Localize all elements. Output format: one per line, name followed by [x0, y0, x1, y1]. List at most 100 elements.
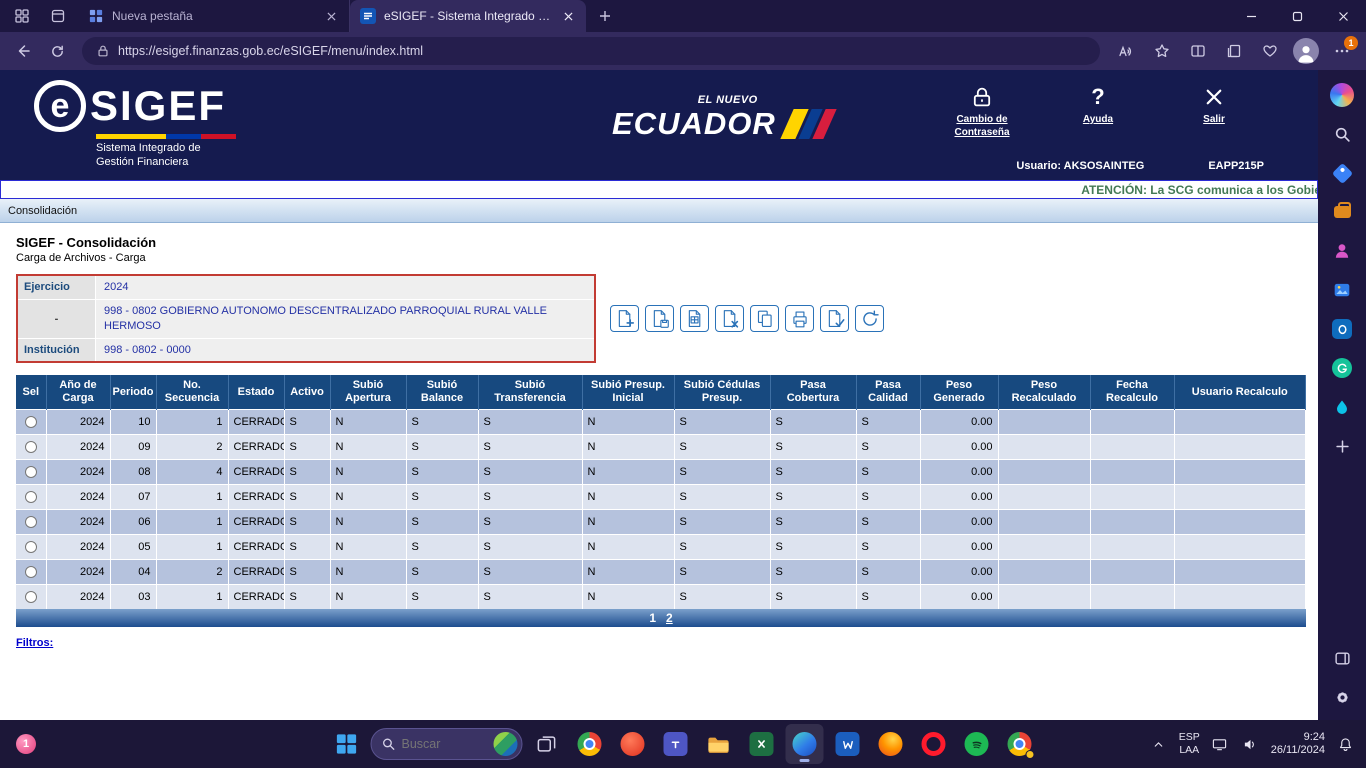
start-button[interactable] [328, 724, 366, 764]
row-select-cell [16, 458, 47, 485]
table-cell: 2024 [46, 583, 111, 610]
row-select-radio[interactable] [24, 565, 37, 578]
table-cell [1090, 508, 1175, 535]
clock[interactable]: 9:24 26/11/2024 [1271, 731, 1325, 757]
row-select-radio[interactable] [24, 415, 37, 428]
language-code: ESP [1178, 731, 1200, 744]
table-row: 2024 08 4 CERRADO S N S S N S S S 0.00 [16, 458, 1306, 485]
chrome-button[interactable] [571, 724, 609, 764]
opera-gx-button[interactable] [614, 724, 652, 764]
table-cell: S [478, 408, 583, 435]
change-password-button[interactable]: Cambio de Contraseña [938, 82, 1026, 139]
table-cell: CERRADO [228, 433, 285, 460]
refresh-button[interactable] [42, 36, 72, 66]
sidebar-settings-button[interactable] [1329, 684, 1355, 710]
task-view-button[interactable] [528, 724, 566, 764]
new-file-button[interactable] [610, 305, 639, 333]
read-aloud-button[interactable] [1110, 36, 1142, 66]
file-explorer-button[interactable] [700, 724, 738, 764]
question-mark-icon: ? [1091, 84, 1105, 109]
pagination-pages: 12 [649, 611, 672, 625]
browser-tab-new-tab[interactable]: Nueva pestaña [78, 0, 350, 32]
teams-button[interactable] [657, 724, 695, 764]
table-cell [1174, 583, 1306, 610]
table-cell: 2024 [46, 483, 111, 510]
logout-button[interactable]: Salir [1170, 82, 1258, 139]
edge-button[interactable] [785, 724, 824, 764]
opera-button[interactable] [915, 724, 953, 764]
row-select-radio[interactable] [24, 540, 37, 553]
contacts-button[interactable] [1329, 238, 1355, 264]
delete-file-button[interactable] [715, 305, 744, 333]
column-header: Pasa Cobertura [770, 375, 857, 410]
row-select-radio[interactable] [24, 465, 37, 478]
collections-button[interactable] [1218, 36, 1250, 66]
tray-overflow-button[interactable] [1148, 731, 1170, 757]
workspaces-button[interactable] [8, 4, 36, 28]
row-select-radio[interactable] [24, 591, 37, 604]
pagination-page-link[interactable]: 2 [666, 611, 673, 625]
table-cell [1090, 433, 1175, 460]
minimize-button[interactable] [1228, 0, 1274, 32]
ecuador-flag-bar [96, 134, 236, 139]
save-file-button[interactable] [645, 305, 674, 333]
tab-close-icon[interactable] [323, 8, 339, 24]
workspaces-icon [15, 9, 29, 23]
filters-link[interactable]: Filtros: [16, 637, 53, 649]
cast-button[interactable] [1209, 731, 1231, 757]
copy-file-button[interactable] [750, 305, 779, 333]
row-select-radio[interactable] [24, 515, 37, 528]
approve-file-button[interactable] [820, 305, 849, 333]
profile-button[interactable] [1290, 36, 1322, 66]
word-button[interactable] [829, 724, 867, 764]
drop-button[interactable] [1329, 394, 1355, 420]
sidebar-search-button[interactable] [1329, 121, 1355, 147]
sidebar-panel-toggle[interactable] [1329, 645, 1355, 671]
back-button[interactable] [8, 36, 38, 66]
row-select-radio[interactable] [24, 440, 37, 453]
search-input[interactable] [401, 737, 476, 751]
table-cell [998, 533, 1091, 560]
spotify-button[interactable] [958, 724, 996, 764]
tools-button[interactable] [1329, 199, 1355, 225]
table-row: 2024 03 1 CERRADO S N S S N S S S 0.00 [16, 583, 1306, 610]
widgets-button[interactable]: 1 [16, 734, 36, 754]
tab-actions-button[interactable] [44, 4, 72, 28]
notification-center-button[interactable] [1334, 731, 1356, 757]
table-cell: S [284, 558, 331, 585]
address-bar[interactable]: https://esigef.finanzas.gob.ec/eSIGEF/me… [82, 37, 1100, 65]
new-tab-button[interactable] [592, 3, 618, 29]
table-cell: CERRADO [228, 483, 285, 510]
gear-icon [1336, 691, 1348, 703]
volume-button[interactable] [1240, 731, 1262, 757]
help-button[interactable]: ? Ayuda [1054, 82, 1142, 139]
column-header: Activo [284, 375, 331, 410]
browser-tab-esigef[interactable]: eSIGEF - Sistema Integrado de G [350, 0, 586, 32]
shopping-button[interactable] [1329, 160, 1355, 186]
reload-button[interactable] [855, 305, 884, 333]
designer-button[interactable] [1329, 277, 1355, 303]
validate-file-button[interactable] [680, 305, 709, 333]
row-select-radio[interactable] [24, 490, 37, 503]
sidebar-add-button[interactable] [1329, 433, 1355, 459]
outlook-button[interactable] [1329, 316, 1355, 342]
excel-button[interactable] [743, 724, 781, 764]
pagination-bar: 12 [16, 609, 1306, 628]
browser-essentials-button[interactable] [1254, 36, 1286, 66]
print-button[interactable] [785, 305, 814, 333]
menu-item-consolidacion[interactable]: Consolidación [8, 205, 77, 217]
grammar-tool-button[interactable] [1329, 355, 1355, 381]
copilot-button[interactable] [1329, 82, 1355, 108]
split-screen-button[interactable] [1182, 36, 1214, 66]
close-window-button[interactable] [1320, 0, 1366, 32]
ejercicio-value: 2024 [96, 276, 594, 299]
settings-more-button[interactable]: 1 [1326, 36, 1358, 66]
maximize-button[interactable] [1274, 0, 1320, 32]
table-cell: N [582, 483, 675, 510]
chrome-beta-button[interactable] [1001, 724, 1039, 764]
language-indicator[interactable]: ESP LAA [1179, 731, 1200, 756]
firefox-button[interactable] [872, 724, 910, 764]
taskbar-search[interactable] [370, 728, 523, 760]
tab-close-icon[interactable] [560, 8, 576, 24]
favorites-button[interactable] [1146, 36, 1178, 66]
